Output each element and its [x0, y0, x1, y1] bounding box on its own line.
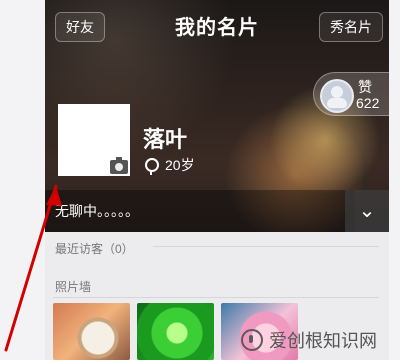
- watermark: 爱创根知识网: [241, 327, 377, 353]
- divider: [153, 246, 379, 247]
- likes-badge[interactable]: 赞 622: [313, 72, 389, 116]
- show-card-button[interactable]: 秀名片: [319, 12, 383, 42]
- watermark-text: 爱创根知识网: [269, 331, 377, 351]
- expand-button[interactable]: ⌄: [345, 190, 389, 232]
- profile-photo[interactable]: [58, 104, 130, 176]
- photo-thumbnail[interactable]: [137, 303, 214, 360]
- back-button[interactable]: 好友: [55, 12, 105, 42]
- avatar-icon: [320, 79, 354, 113]
- divider: [53, 297, 379, 298]
- profile-age: 20岁: [145, 155, 195, 175]
- page-title: 我的名片: [175, 16, 259, 39]
- chevron-down-icon: ⌄: [358, 200, 376, 222]
- camera-icon[interactable]: [110, 157, 128, 174]
- status-text[interactable]: 无聊中。。。。。: [45, 190, 355, 232]
- watermark-logo-icon: [241, 329, 263, 351]
- photo-wall-title: 照片墙: [55, 280, 92, 294]
- likes-count: 622: [356, 95, 380, 111]
- location-pin-icon: [145, 158, 159, 175]
- profile-name: 落叶: [143, 127, 188, 152]
- age-text: 20岁: [165, 157, 195, 173]
- profile-hero: 好友 我的名片 秀名片 赞 622 落叶 20岁 无聊中。。。。。 ⌄: [45, 0, 389, 232]
- phone-screen: 好友 我的名片 秀名片 赞 622 落叶 20岁 无聊中。。。。。 ⌄ 最近访客…: [45, 0, 389, 360]
- recent-visitors-title: 最近访客（0）: [55, 242, 134, 256]
- top-bar: 好友 我的名片 秀名片: [45, 0, 389, 50]
- photo-thumbnail[interactable]: [53, 303, 130, 360]
- likes-label: 赞: [358, 79, 372, 95]
